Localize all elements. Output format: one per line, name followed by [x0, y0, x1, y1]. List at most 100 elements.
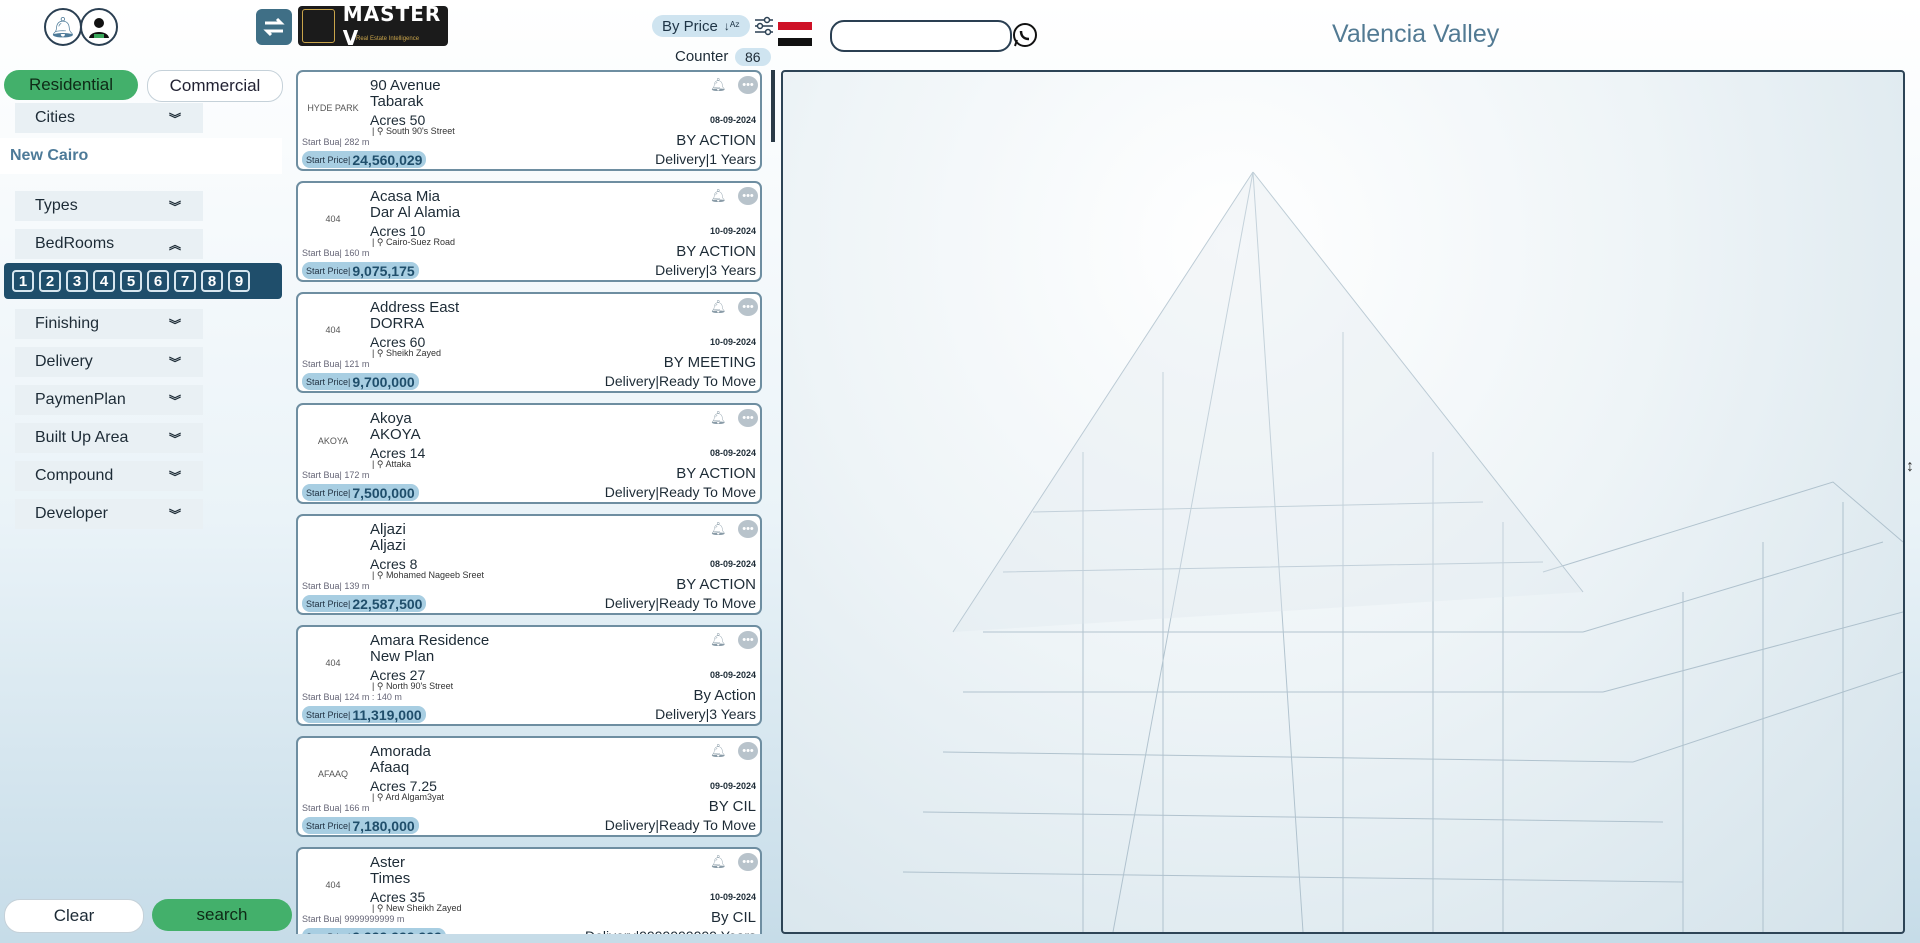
more-icon[interactable]: ••• — [738, 520, 758, 538]
project-name: AKOYA — [370, 426, 421, 443]
profile-button[interactable] — [80, 8, 118, 46]
more-icon[interactable]: ••• — [738, 742, 758, 760]
notification-bell-button[interactable]: 🔔︎ — [44, 8, 82, 46]
filter-developer[interactable]: Developer ︾ — [15, 499, 203, 529]
bedroom-option-1[interactable]: 1 — [12, 270, 34, 292]
sale-method: BY ACTION — [676, 465, 756, 482]
developer-name: Address East — [370, 299, 460, 316]
listing-list: HYDE PARK 90 Avenue Tabarak Acres 50 | ⚲ … — [296, 70, 768, 934]
list-scrollbar[interactable] — [771, 70, 775, 142]
bell-icon[interactable]: 🔔︎ — [710, 299, 727, 315]
listing-card[interactable]: 404 Aster Times Acres 35 | ⚲ New Sheikh Z… — [296, 847, 762, 934]
location-pin-icon: | ⚲ — [372, 570, 386, 580]
developer-name: Aster — [370, 854, 406, 871]
filter-delivery[interactable]: Delivery ︾ — [15, 347, 203, 377]
project-name: Afaaq — [370, 759, 410, 776]
sale-method: BY ACTION — [676, 576, 756, 593]
start-price-value: 7,180,000 — [352, 817, 415, 834]
listing-date: 08-09-2024 — [709, 670, 756, 680]
tab-commercial[interactable]: Commercial — [147, 70, 283, 102]
filter-bedrooms[interactable]: BedRooms ︽ — [15, 229, 203, 259]
sort-dropdown[interactable]: By Price ↓ᴬᶻ — [652, 15, 750, 37]
listing-card[interactable]: AFAAQ Amorada Afaaq Acres 7.25 | ⚲ Ard Al… — [296, 736, 762, 837]
location-pin-icon: | ⚲ — [372, 792, 386, 802]
more-icon[interactable]: ••• — [738, 631, 758, 649]
filter-types-label: Types — [35, 197, 78, 214]
more-icon[interactable]: ••• — [738, 853, 758, 871]
start-bua: Start Bua| 172 m — [302, 470, 370, 480]
listing-card[interactable]: 404 Acasa Mia Dar Al Alamia Acres 10 | ⚲ … — [296, 181, 762, 282]
chevron-down-icon: ︾ — [168, 199, 181, 214]
bell-icon[interactable]: 🔔︎ — [710, 521, 727, 537]
location-text: Attaka — [385, 459, 411, 469]
location-pin-icon: | ⚲ — [372, 681, 386, 691]
bedroom-option-2[interactable]: 2 — [39, 270, 61, 292]
bell-icon[interactable]: 🔔︎ — [710, 632, 727, 648]
more-icon[interactable]: ••• — [738, 409, 758, 427]
bedroom-option-4[interactable]: 4 — [93, 270, 115, 292]
search-input[interactable] — [830, 20, 1012, 52]
start-price-badge: Start Price| 22,587,500 — [302, 595, 427, 612]
swap-view-button[interactable] — [256, 9, 292, 45]
bell-icon[interactable]: 🔔︎ — [710, 743, 727, 759]
start-price-value: 22,587,500 — [352, 595, 423, 612]
bedroom-option-3[interactable]: 3 — [66, 270, 88, 292]
filter-built-up-area[interactable]: Built Up Area ︾ — [15, 423, 203, 453]
delivery-info: Delivery|Ready To Move — [604, 373, 756, 389]
start-price-badge: Start Price| 9,075,175 — [302, 262, 419, 279]
developer-logo: 404 — [302, 302, 364, 358]
bedroom-option-8[interactable]: 8 — [201, 270, 223, 292]
sale-method: BY ACTION — [676, 243, 756, 260]
listing-card[interactable]: AKOYA Akoya AKOYA Acres 14 | ⚲ Attaka Sta… — [296, 403, 762, 504]
more-icon[interactable]: ••• — [738, 298, 758, 316]
selected-city[interactable]: New Cairo — [0, 138, 282, 174]
developer-logo-text: AKOYA — [317, 436, 349, 446]
listing-card[interactable]: HYDE PARK 90 Avenue Tabarak Acres 50 | ⚲ … — [296, 70, 762, 171]
bedroom-options: 1 2 3 4 5 6 7 8 9 — [4, 263, 282, 299]
filter-payment-plan[interactable]: PaymenPlan ︾ — [15, 385, 203, 415]
bedroom-option-9[interactable]: 9 — [228, 270, 250, 292]
location-text: New Sheikh Zayed — [385, 903, 462, 913]
start-price-label: Start Price| — [306, 709, 351, 720]
filter-bedrooms-label: BedRooms — [35, 235, 115, 252]
bell-icon[interactable]: 🔔︎ — [710, 188, 727, 204]
start-price-value: 9,999,999,999 — [352, 929, 442, 935]
more-icon[interactable]: ••• — [738, 187, 758, 205]
more-icon[interactable]: ••• — [738, 76, 758, 94]
filter-developer-label: Developer — [35, 505, 108, 522]
filter-sliders-button[interactable] — [753, 15, 775, 42]
resize-icon[interactable]: ↕ — [1906, 458, 1914, 476]
bedroom-option-5[interactable]: 5 — [120, 270, 142, 292]
filter-cities-label: Cities — [35, 109, 76, 126]
developer-name: Akoya — [370, 410, 412, 427]
tab-residential[interactable]: Residential — [4, 70, 138, 100]
start-price-value: 11,319,000 — [352, 706, 422, 723]
chevron-down-icon: ︾ — [168, 431, 181, 446]
filter-finishing[interactable]: Finishing ︾ — [15, 309, 203, 339]
start-price-badge: Start Price| 7,180,000 — [302, 817, 419, 834]
delivery-info: Delivery|Ready To Move — [604, 484, 756, 500]
developer-name: 90 Avenue — [370, 77, 441, 94]
sale-method: By Action — [693, 687, 756, 704]
listing-date: 08-09-2024 — [709, 115, 756, 125]
filter-cities[interactable]: Cities ︾ — [15, 103, 203, 133]
listing-card[interactable]: Aljazi Aljazi Acres 8 | ⚲ Mohamed Nageeb … — [296, 514, 762, 615]
bell-icon: 🔔︎ — [50, 16, 76, 39]
egypt-flag-icon[interactable] — [778, 22, 812, 46]
listing-card[interactable]: 404 Amara Residence New Plan Acres 27 | ⚲… — [296, 625, 762, 726]
bell-icon[interactable]: 🔔︎ — [710, 854, 727, 870]
bedroom-option-7[interactable]: 7 — [174, 270, 196, 292]
hero-image — [781, 70, 1905, 934]
bell-icon[interactable]: 🔔︎ — [710, 410, 727, 426]
search-button[interactable]: search — [152, 899, 292, 931]
bell-icon[interactable]: 🔔︎ — [710, 77, 727, 93]
developer-logo-text: 404 — [325, 658, 341, 668]
filter-compound-label: Compound — [35, 467, 114, 484]
whatsapp-button[interactable] — [1011, 21, 1039, 54]
clear-button[interactable]: Clear — [4, 899, 144, 933]
filter-compound[interactable]: Compound ︾ — [15, 461, 203, 491]
chevron-down-icon: ︾ — [168, 393, 181, 408]
listing-card[interactable]: 404 Address East DORRA Acres 60 | ⚲ Sheik… — [296, 292, 762, 393]
bedroom-option-6[interactable]: 6 — [147, 270, 169, 292]
filter-types[interactable]: Types ︾ — [15, 191, 203, 221]
